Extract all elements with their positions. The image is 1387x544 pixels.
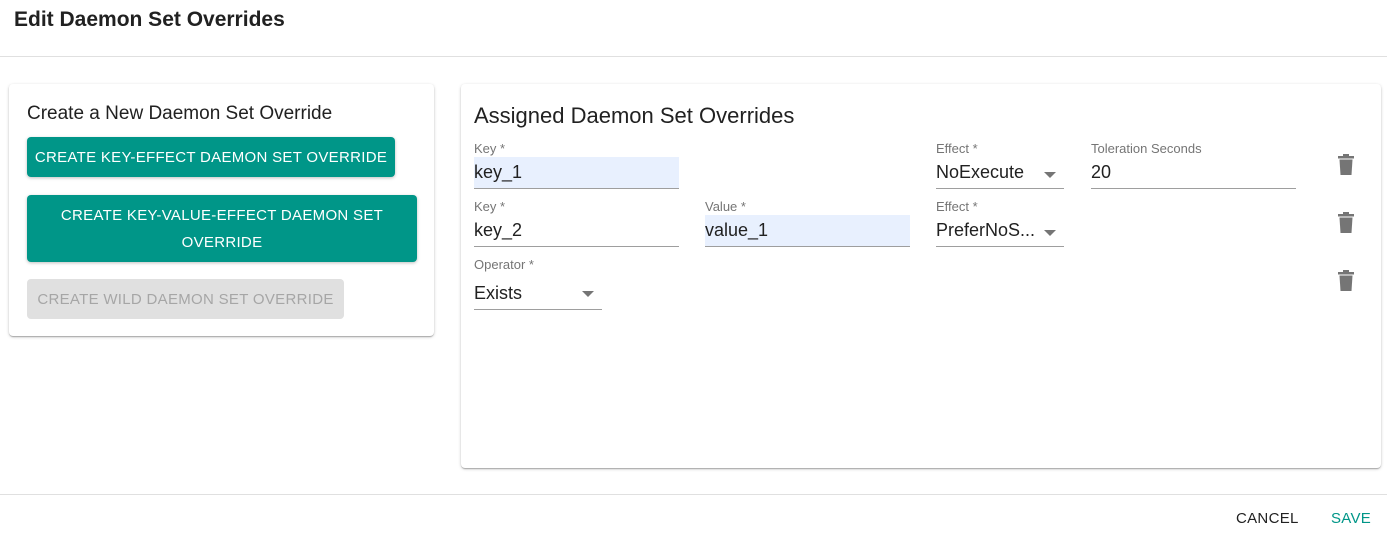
override-3-operator-field: Operator * Exists [474,257,602,310]
override-2-value-field: Value * value_1 [705,199,910,247]
create-wild-button: CREATE WILD DAEMON SET OVERRIDE [27,279,344,319]
create-key-value-effect-button[interactable]: CREATE KEY-VALUE-EFFECT DAEMON SET OVERR… [27,195,417,262]
create-override-panel: Create a New Daemon Set Override CREATE … [9,84,434,336]
select-value: PreferNoS... [936,220,1036,240]
override-3-operator-select[interactable]: Exists [474,273,602,310]
footer-divider [0,494,1387,495]
dialog-title: Edit Daemon Set Overrides [14,8,285,31]
field-label: Value * [705,199,746,214]
select-value: Exists [474,283,523,303]
assigned-overrides-panel: Assigned Daemon Set Overrides Key * key_… [461,84,1381,468]
assigned-panel-title: Assigned Daemon Set Overrides [474,103,795,128]
chevron-down-icon [1044,172,1056,178]
save-button[interactable]: SAVE [1331,510,1371,527]
override-2-key-field: Key * key_2 [474,199,679,247]
trash-icon[interactable] [1336,154,1356,176]
override-1-key-field: Key * key_1 [474,141,679,189]
override-1-effect-field: Effect * NoExecute [936,141,1064,189]
override-1-key-input[interactable]: key_1 [474,157,679,189]
trash-icon[interactable] [1336,270,1356,292]
field-label: Toleration Seconds [1091,141,1202,156]
create-panel-title: Create a New Daemon Set Override [27,103,333,124]
override-1-toleration-input[interactable]: 20 [1091,157,1296,189]
override-2-key-input[interactable]: key_2 [474,215,679,247]
field-label: Key * [474,141,506,156]
cancel-button[interactable]: CANCEL [1236,510,1299,527]
field-label: Effect * [936,141,978,156]
trash-icon[interactable] [1336,212,1356,234]
field-label: Operator * [474,257,534,272]
override-1-effect-select[interactable]: NoExecute [936,157,1064,189]
chevron-down-icon [1044,230,1056,236]
create-key-effect-button[interactable]: CREATE KEY-EFFECT DAEMON SET OVERRIDE [27,137,395,177]
field-label: Effect * [936,199,978,214]
override-2-effect-select[interactable]: PreferNoS... [936,215,1064,247]
override-2-value-input[interactable]: value_1 [705,215,910,247]
select-value: NoExecute [936,162,1025,182]
override-1-toleration-field: Toleration Seconds 20 [1091,141,1296,189]
header-divider [0,56,1387,57]
field-label: Key * [474,199,506,214]
override-2-effect-field: Effect * PreferNoS... [936,199,1064,247]
chevron-down-icon [582,291,594,297]
